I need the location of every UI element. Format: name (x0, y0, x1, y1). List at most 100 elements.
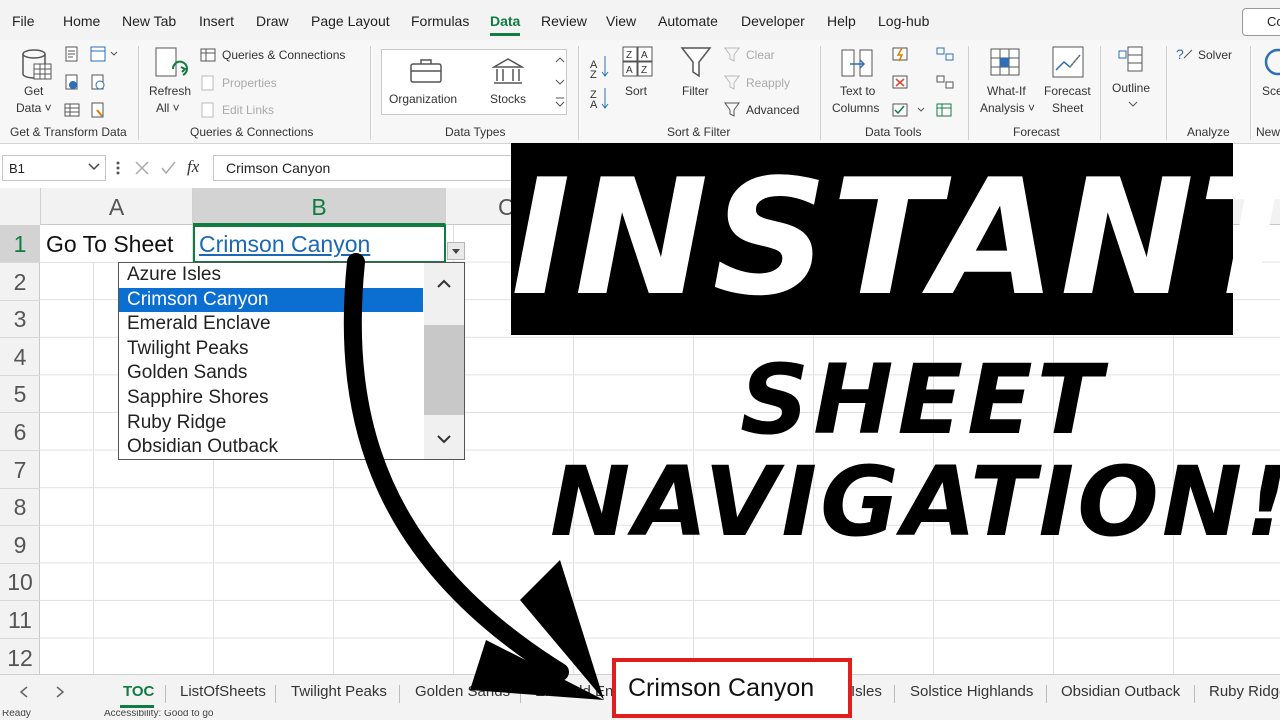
stocks-button[interactable]: Stocks (490, 91, 526, 108)
row-header[interactable]: 10 (0, 563, 40, 602)
dropdown-option-selected[interactable]: Crimson Canyon (119, 287, 423, 313)
edit-links-button[interactable]: Edit Links (222, 102, 274, 119)
row-header[interactable]: 11 (0, 601, 40, 639)
menu-home[interactable]: Home (63, 13, 100, 29)
sheet-tab[interactable]: Obsidian Outback (1061, 683, 1180, 700)
get-data-label2[interactable]: Data ˅ (16, 100, 52, 117)
insert-function-button[interactable]: fx (187, 157, 199, 177)
menu-log-hub[interactable]: Log-hub (878, 13, 929, 29)
data-model-icon[interactable] (936, 102, 954, 118)
relationships-icon[interactable] (936, 74, 954, 90)
existing-connections-icon[interactable] (64, 102, 80, 118)
column-header-b[interactable]: B (193, 188, 446, 225)
scroll-down-icon[interactable] (436, 433, 452, 445)
more-options-icon[interactable] (115, 160, 121, 176)
clear-button[interactable]: Clear (746, 47, 775, 64)
data-validation-icon[interactable] (892, 102, 928, 118)
row-header[interactable]: 3 (0, 300, 40, 339)
cell-b1[interactable]: Crimson Canyon (193, 225, 446, 263)
menu-help[interactable]: Help (827, 13, 856, 29)
sheet-tab[interactable]: Ruby Ridge (1209, 683, 1280, 700)
column-header-a[interactable]: A (41, 188, 193, 225)
forecast-sheet-icon[interactable] (1052, 46, 1086, 80)
sheet-tab[interactable]: ListOfSheets (180, 683, 266, 700)
comments-button[interactable]: Co (1242, 8, 1280, 36)
chevron-right-icon[interactable] (54, 685, 66, 699)
from-text-icon[interactable] (64, 46, 80, 62)
consolidate-icon[interactable] (936, 46, 954, 62)
what-if-label1[interactable]: What-If (987, 83, 1026, 100)
menu-draw[interactable]: Draw (256, 13, 289, 29)
scenario-label[interactable]: Sce (1262, 83, 1280, 100)
outline-icon[interactable] (1118, 45, 1148, 75)
menu-file[interactable]: File (12, 13, 35, 29)
scroll-up-icon[interactable] (436, 277, 452, 289)
what-if-icon[interactable] (990, 47, 1024, 79)
refresh-icon[interactable] (153, 47, 191, 83)
row-header[interactable]: 1 (0, 225, 40, 263)
from-web-icon[interactable] (90, 46, 120, 62)
dropdown-option[interactable]: Twilight Peaks (119, 337, 423, 362)
remove-duplicates-icon[interactable] (892, 74, 910, 90)
organization-button[interactable]: Organization (389, 91, 457, 108)
row-header[interactable]: 8 (0, 488, 40, 527)
row-header[interactable]: 6 (0, 413, 40, 451)
row-header[interactable]: 9 (0, 526, 40, 564)
scenario-icon[interactable] (1262, 48, 1280, 78)
sheet-tab-toc[interactable]: TOC (123, 683, 154, 700)
menu-automate[interactable]: Automate (658, 13, 718, 29)
scrollbar-thumb[interactable] (424, 325, 464, 415)
cancel-icon[interactable] (134, 160, 150, 176)
dropdown-option[interactable]: Emerald Enclave (119, 312, 423, 337)
properties-button[interactable]: Properties (222, 75, 277, 92)
dropdown-option[interactable]: Azure Isles (119, 263, 423, 288)
sort-az-icon[interactable]: AZZA (588, 52, 612, 110)
row-header[interactable]: 5 (0, 375, 40, 414)
dropdown-toggle[interactable] (447, 242, 465, 260)
dropdown-option[interactable]: Golden Sands (119, 361, 423, 386)
text-to-columns-icon[interactable] (840, 46, 876, 82)
sheet-tab[interactable]: Twilight Peaks (291, 683, 387, 700)
menu-view[interactable]: View (606, 13, 636, 29)
formula-input[interactable]: Crimson Canyon (213, 155, 533, 181)
row-header[interactable]: 2 (0, 263, 40, 301)
menu-developer[interactable]: Developer (741, 13, 805, 29)
sort-icon[interactable]: Z AA Z (622, 46, 654, 78)
forecast-label1[interactable]: Forecast (1044, 83, 1091, 100)
gallery-scroll-icon[interactable] (552, 50, 568, 114)
solver-icon[interactable]: ? (1176, 46, 1194, 62)
database-icon[interactable] (20, 48, 54, 82)
menu-review[interactable]: Review (541, 13, 587, 29)
filter-button[interactable]: Filter (682, 83, 709, 100)
row-header[interactable]: 12 (0, 639, 40, 677)
cell-a1[interactable]: Go To Sheet (41, 225, 193, 263)
accessibility-status[interactable]: Accessibility: Good to go (104, 710, 214, 719)
sheet-tab[interactable]: Isles (851, 683, 882, 700)
reapply-button[interactable]: Reapply (746, 75, 790, 92)
dropdown-option[interactable]: Obsidian Outback (119, 435, 423, 460)
enter-icon[interactable] (160, 160, 176, 176)
menu-formulas[interactable]: Formulas (411, 13, 469, 29)
refresh-label2[interactable]: All ˅ (156, 100, 180, 117)
queries-connections-button[interactable]: Queries & Connections (222, 47, 345, 64)
sheet-tab[interactable]: Solstice Highlands (910, 683, 1033, 700)
refresh-label1[interactable]: Refresh (149, 83, 191, 100)
dropdown-scrollbar[interactable] (424, 263, 464, 459)
dropdown-option[interactable]: Ruby Ridge (119, 411, 423, 436)
what-if-label2[interactable]: Analysis ˅ (980, 100, 1035, 117)
advanced-button[interactable]: Advanced (746, 102, 799, 119)
sheet-tab[interactable]: Emerald Enc (535, 683, 621, 700)
properties-icon[interactable] (90, 102, 106, 118)
get-data-label1[interactable]: Get (24, 83, 43, 100)
advanced-filter-icon[interactable] (724, 102, 742, 118)
sheet-tab[interactable]: Golden Sands (415, 683, 510, 700)
chevron-left-icon[interactable] (18, 685, 30, 699)
row-header[interactable]: 4 (0, 338, 40, 376)
recent-sources-icon[interactable] (90, 74, 106, 90)
sort-button[interactable]: Sort (625, 83, 647, 100)
outline-chevron-icon[interactable] (1128, 100, 1138, 108)
dropdown-option[interactable]: Sapphire Shores (119, 386, 423, 411)
stocks-icon[interactable] (492, 57, 524, 85)
menu-new-tab[interactable]: New Tab (122, 13, 176, 29)
sheet-tab-crimson-canyon-highlighted[interactable]: Crimson Canyon (612, 658, 852, 718)
